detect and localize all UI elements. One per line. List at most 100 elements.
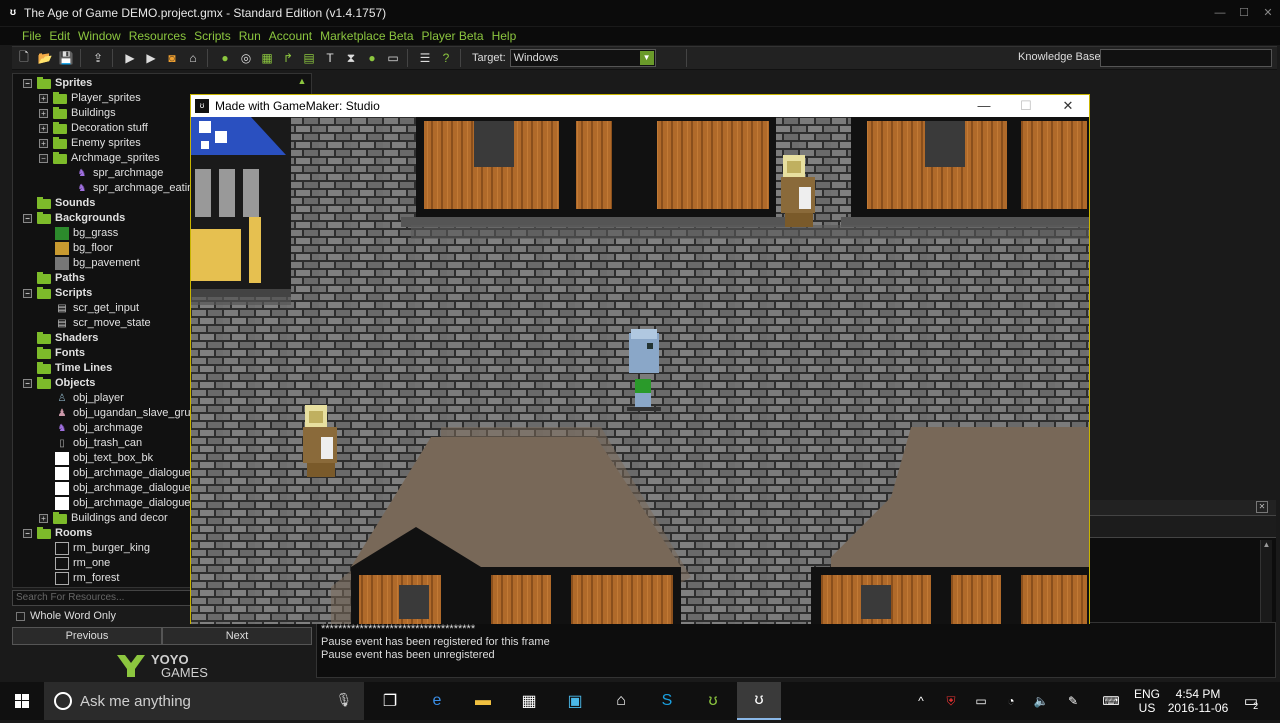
scroll-up-icon[interactable]: ▲ xyxy=(295,76,309,88)
tree-backgrounds[interactable]: − Backgrounds xyxy=(23,211,125,226)
previous-button[interactable]: Previous xyxy=(12,627,162,645)
menu-edit[interactable]: Edit xyxy=(49,29,70,43)
microphone-icon[interactable]: 🎙 xyxy=(335,692,352,708)
tree-fonts[interactable]: Fonts xyxy=(23,346,85,361)
tree-enemy-sprites[interactable]: + Enemy sprites xyxy=(39,136,141,151)
menu-account[interactable]: Account xyxy=(269,29,312,43)
start-button[interactable] xyxy=(0,682,44,720)
tree-archmage-sprites[interactable]: − Archmage_sprites xyxy=(39,151,160,166)
task-view-icon[interactable]: ❐ xyxy=(368,682,412,720)
tree-obj-dialogue-3[interactable]: obj_archmage_dialogue_3 xyxy=(55,496,203,511)
edge-browser-icon[interactable]: e xyxy=(415,682,459,720)
tree-buildings-decor[interactable]: + Buildings and decor xyxy=(39,511,168,526)
volume-icon[interactable]: 🔈 xyxy=(1030,682,1052,720)
tree-shaders[interactable]: Shaders xyxy=(23,331,98,346)
gamemaker-taskbar-icon[interactable]: ʊ xyxy=(691,682,735,720)
security-tray-icon[interactable]: ⛨ xyxy=(940,682,962,720)
wifi-icon[interactable]: ◔ xyxy=(1000,682,1022,720)
menu-file[interactable]: File xyxy=(22,29,41,43)
resource-search-input[interactable]: Search For Resources... xyxy=(12,590,192,606)
create-font-icon[interactable]: T xyxy=(321,49,339,67)
tree-bg-grass[interactable]: bg_grass xyxy=(55,226,118,241)
pen-icon[interactable]: ✎ xyxy=(1062,682,1084,720)
game-close-button[interactable]: ✕ xyxy=(1047,95,1089,117)
tree-scripts[interactable]: − Scripts xyxy=(23,286,92,301)
open-project-icon[interactable]: 📂 xyxy=(36,49,54,67)
cortana-search-box[interactable]: Ask me anything 🎙 xyxy=(44,682,364,720)
tree-bg-pavement[interactable]: bg_pavement xyxy=(55,256,140,271)
tree-obj-dialogue-1[interactable]: obj_archmage_dialogue_1 xyxy=(55,466,203,481)
game-settings-icon[interactable]: ☰ xyxy=(416,49,434,67)
tree-obj-trash-can[interactable]: ▯ obj_trash_can xyxy=(55,436,142,451)
tree-rm-burger-king[interactable]: rm_burger_king xyxy=(55,541,150,556)
tree-obj-text-box[interactable]: obj_text_box_bk xyxy=(55,451,153,466)
save-project-icon[interactable]: 💾 xyxy=(57,49,75,67)
target-dropdown[interactable]: Windows ▼ xyxy=(509,49,656,67)
create-object-icon[interactable]: ● xyxy=(363,49,381,67)
tree-buildings[interactable]: + Buildings xyxy=(39,106,116,121)
notifications-icon[interactable]: ▭ 2 xyxy=(1236,682,1266,720)
new-project-icon[interactable]: 🗋 xyxy=(15,49,33,67)
run-icon[interactable]: ▶ xyxy=(121,49,139,67)
tree-scr-move-state[interactable]: ▤ scr_move_state xyxy=(55,316,150,331)
menu-resources[interactable]: Resources xyxy=(129,29,186,43)
tree-rooms[interactable]: − Rooms xyxy=(23,526,92,541)
create-timeline-icon[interactable]: ⧗ xyxy=(342,49,360,67)
skype-icon[interactable]: S xyxy=(645,682,689,720)
game-minimize-button[interactable]: — xyxy=(963,95,1005,117)
export-icon[interactable]: ⇪ xyxy=(89,49,107,67)
home-app-icon[interactable]: ⌂ xyxy=(599,682,643,720)
create-path-icon[interactable]: ↱ xyxy=(279,49,297,67)
close-panel-icon[interactable]: ✕ xyxy=(1256,501,1268,513)
tree-obj-player[interactable]: ♙ obj_player xyxy=(55,391,124,406)
create-script-icon[interactable]: ▤ xyxy=(300,49,318,67)
tree-objects[interactable]: − Objects xyxy=(23,376,95,391)
weather-app-icon[interactable]: ▣ xyxy=(553,682,597,720)
knowledge-base-input[interactable] xyxy=(1100,49,1272,67)
menu-window[interactable]: Window xyxy=(78,29,121,43)
tree-rm-one[interactable]: rm_one xyxy=(55,556,110,571)
tree-bg-floor[interactable]: bg_floor xyxy=(55,241,113,256)
debug-run-icon[interactable]: ▶ xyxy=(142,49,160,67)
game-canvas[interactable] xyxy=(191,117,1089,624)
language-indicator[interactable]: ENG US xyxy=(1132,682,1162,720)
create-sound-icon[interactable]: ◎ xyxy=(237,49,255,67)
file-explorer-icon[interactable]: ▬ xyxy=(461,682,505,720)
tree-sounds[interactable]: Sounds xyxy=(23,196,95,211)
tree-scr-get-input[interactable]: ▤ scr_get_input xyxy=(55,301,139,316)
store-icon[interactable]: ▦ xyxy=(507,682,551,720)
create-background-icon[interactable]: ▦ xyxy=(258,49,276,67)
clock[interactable]: 4:54 PM 2016-11-06 xyxy=(1166,682,1230,720)
tree-player-sprites[interactable]: + Player_sprites xyxy=(39,91,141,106)
tree-obj-dialogue-2[interactable]: obj_archmage_dialogue_2 xyxy=(55,481,203,496)
next-button[interactable]: Next xyxy=(162,627,312,645)
tree-spr-archmage-eating[interactable]: ♞ spr_archmage_eating xyxy=(75,181,200,196)
help-icon[interactable]: ? xyxy=(437,49,455,67)
tree-obj-ugandan[interactable]: ♟ obj_ugandan_slave_grunt xyxy=(55,406,200,421)
tree-decoration[interactable]: + Decoration stuff xyxy=(39,121,148,136)
maximize-button[interactable]: ☐ xyxy=(1232,0,1256,26)
tray-overflow-icon[interactable]: ^ xyxy=(910,682,932,720)
menu-scripts[interactable]: Scripts xyxy=(194,29,231,43)
tree-obj-archmage[interactable]: ♞ obj_archmage xyxy=(55,421,143,436)
tree-paths[interactable]: Paths xyxy=(23,271,85,286)
clean-icon[interactable]: ⌂ xyxy=(184,49,202,67)
menu-player[interactable]: Player Beta xyxy=(422,29,484,43)
game-maximize-button[interactable]: ☐ xyxy=(1005,95,1047,117)
create-sprite-icon[interactable]: ● xyxy=(216,49,234,67)
menu-run[interactable]: Run xyxy=(239,29,261,43)
minimize-button[interactable]: — xyxy=(1208,0,1232,26)
menu-marketplace[interactable]: Marketplace Beta xyxy=(320,29,413,43)
tree-rm-forest[interactable]: rm_forest xyxy=(55,571,119,586)
tree-timelines[interactable]: Time Lines xyxy=(23,361,112,376)
battery-icon[interactable]: ▭ xyxy=(970,682,992,720)
keyboard-icon[interactable]: ⌨ xyxy=(1098,682,1124,720)
stop-icon[interactable]: ◙ xyxy=(163,49,181,67)
whole-word-checkbox[interactable]: Whole Word Only xyxy=(12,609,192,623)
tree-spr-archmage[interactable]: ♞ spr_archmage xyxy=(75,166,164,181)
gamemaker-runner-taskbar-icon[interactable]: ʊ xyxy=(737,682,781,720)
tree-sprites[interactable]: − Sprites xyxy=(23,76,92,91)
create-room-icon[interactable]: ▭ xyxy=(384,49,402,67)
menu-help[interactable]: Help xyxy=(492,29,517,43)
close-button[interactable]: ✕ xyxy=(1256,0,1280,26)
